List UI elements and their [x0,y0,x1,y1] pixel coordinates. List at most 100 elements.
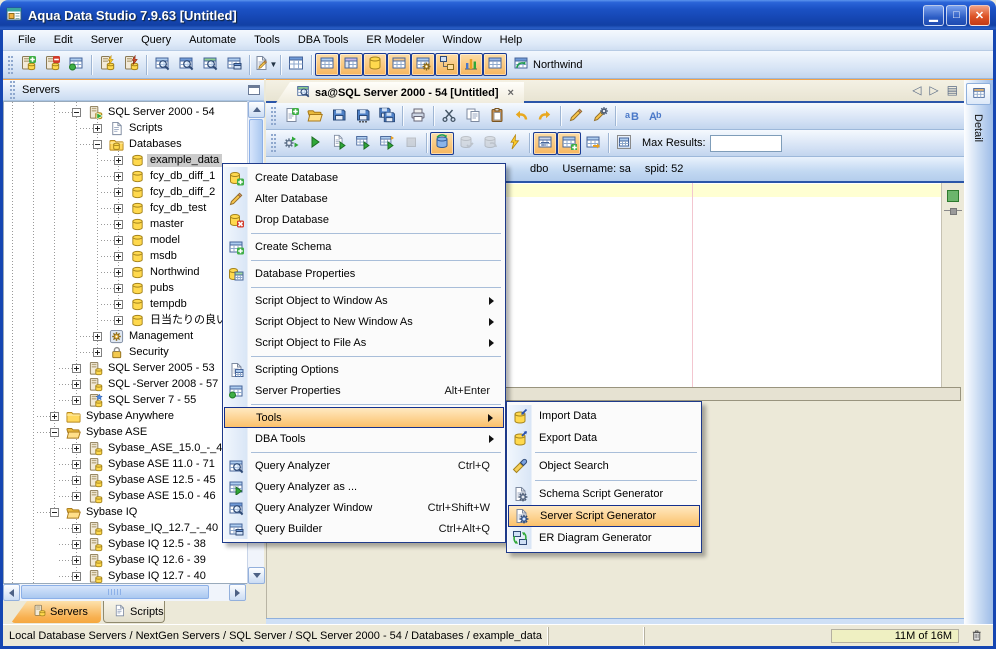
menu-item-query-analyzer[interactable]: Query Analyzer Ctrl+Q [224,455,504,476]
scroll-right-button[interactable] [229,584,246,601]
view-grid-button[interactable] [387,53,411,76]
tree-item-label[interactable]: Management [126,330,196,343]
close-button[interactable]: ✕ [969,4,990,26]
unregister-server-button[interactable] [40,53,64,76]
tree-item-label[interactable]: Sybase_ASE_15.0_-_4 [105,442,225,455]
menu-tools[interactable]: Tools [245,32,289,48]
prev-tab-icon[interactable]: ◁ [912,83,921,97]
tree-item-label[interactable]: Sybase IQ 12.5 - 38 [105,538,209,551]
menu-item-query-builder[interactable]: Query Builder Ctrl+Alt+Q [224,518,504,539]
menu-item-export-data[interactable]: Export Data [508,427,700,449]
detail-tab-button[interactable] [966,83,991,105]
tree-item-label[interactable]: SQL Server 7 - 55 [105,394,199,407]
server-grid-button[interactable] [64,53,88,76]
menu-item-dba-tools[interactable]: DBA Tools [224,428,504,449]
lowercase-button[interactable]: aB [619,105,643,128]
menu-item-alter-database[interactable]: Alter Database [224,188,504,209]
tree-item-label[interactable]: SQL Server 2005 - 53 [105,362,218,375]
scroll-down-button[interactable] [248,567,265,584]
tree-expander-plus[interactable] [114,268,123,277]
execute-export-button[interactable] [375,132,399,155]
redo-button[interactable] [533,105,557,128]
tree-item-label[interactable]: Sybase ASE 12.5 - 45 [105,474,219,487]
tree-expander-plus[interactable] [114,300,123,309]
tree-expander-plus[interactable] [50,412,59,421]
save-all-button[interactable] [375,105,399,128]
tree-expander-plus[interactable] [114,220,123,229]
tree-item-label[interactable]: Northwind [147,266,203,279]
tree-item-label[interactable]: pubs [147,282,177,295]
query-window-tab[interactable]: sa@SQL Server 2000 - 54 [Untitled] × [276,82,524,103]
view-database-button[interactable] [363,53,387,76]
tree-expander-minus[interactable] [50,428,59,437]
execute-script-button[interactable] [327,132,351,155]
save-button[interactable] [327,105,351,128]
menu-item-scripting-options[interactable]: Scripting Options [224,359,504,380]
menu-item-script-object-to-window-as[interactable]: Script Object to Window As [224,290,504,311]
tree-expander-plus[interactable] [72,492,81,501]
tree-item-label[interactable]: msdb [147,250,180,263]
float-panel-icon[interactable] [248,85,260,95]
toolbar-grip[interactable] [8,55,13,74]
tree-expander-plus[interactable] [114,188,123,197]
tab-close-icon[interactable]: × [508,87,514,99]
tree-expander-plus[interactable] [114,284,123,293]
menu-help[interactable]: Help [491,32,532,48]
results-grid-button[interactable] [557,131,581,155]
tree-expander-plus[interactable] [72,556,81,565]
menu-edit[interactable]: Edit [45,32,82,48]
menu-item-schema-script-generator[interactable]: Schema Script Generator [508,483,700,505]
menu-automate[interactable]: Automate [180,32,245,48]
menu-server[interactable]: Server [82,32,132,48]
menu-item-import-data[interactable]: Import Data [508,405,700,427]
paste-button[interactable] [485,105,509,128]
tree-expander-plus[interactable] [114,172,123,181]
next-tab-icon[interactable]: ▷ [929,83,938,97]
view-procedures-button[interactable] [411,53,435,76]
tree-expander-plus[interactable] [114,204,123,213]
tree-item-sybase-iq-12-6-39[interactable]: Sybase IQ 12.6 - 39 [4,553,263,569]
results-text-button[interactable] [533,131,557,155]
menu-file[interactable]: File [9,32,45,48]
menu-item-create-schema[interactable]: Create Schema [224,236,504,257]
tree-item-sybase-iq-12-7-40[interactable]: Sybase IQ 12.7 - 40 [4,569,263,583]
menu-item-tools[interactable]: Tools [224,407,504,428]
tree-expander-minus[interactable] [50,508,59,517]
tree-expander-plus[interactable] [93,332,102,341]
print-button[interactable] [406,105,430,128]
panel-grip[interactable] [10,81,15,99]
toolbar-grip[interactable] [271,107,276,125]
save-as-button[interactable] [351,105,375,128]
tree-item-label[interactable]: 日当たりの良い [147,314,230,327]
results-export-button[interactable] [581,132,605,155]
tree-horizontal-scrollbar[interactable] [3,584,246,601]
tree-item-label[interactable]: Sybase IQ 12.7 - 40 [105,570,209,583]
menu-item-server-script-generator[interactable]: Server Script Generator [508,505,700,527]
garbage-collect-button[interactable] [959,627,993,645]
menu-er-modeler[interactable]: ER Modeler [357,32,433,48]
tree-expander-plus[interactable] [72,572,81,581]
format-sql-button[interactable] [564,105,588,128]
hscroll-thumb[interactable] [21,585,209,599]
tree-item-label[interactable]: SQL -Server 2008 - 57 [105,378,221,391]
scroll-left-button[interactable] [3,584,20,601]
tree-expander-plus[interactable] [72,380,81,389]
tree-expander-plus[interactable] [72,396,81,405]
register-server-button[interactable] [16,53,40,76]
query-analyzer-button[interactable] [150,53,174,76]
disconnect-server-button[interactable] [119,53,143,76]
new-file-button[interactable] [279,105,303,128]
minimize-button[interactable]: ▁ [923,4,944,26]
schema-browser-button[interactable] [284,53,308,76]
menu-item-query-analyzer-window[interactable]: Query Analyzer Window Ctrl+Shift+W [224,497,504,518]
panel-tab-scripts[interactable]: Scripts [103,601,165,623]
tree-item-label[interactable]: Sybase_IQ_12.7_-_40 [105,522,221,535]
tree-item-label[interactable]: fcy_db_diff_1 [147,170,218,183]
query-analyzer-window-button[interactable] [174,53,198,76]
tree-item-label[interactable]: model [147,234,183,247]
tree-item-label[interactable]: fcy_db_diff_2 [147,186,218,199]
tree-expander-plus[interactable] [93,124,102,133]
open-script-button[interactable]: ▼ [253,53,277,76]
tree-expander-plus[interactable] [72,364,81,373]
scroll-up-button[interactable] [248,101,265,118]
